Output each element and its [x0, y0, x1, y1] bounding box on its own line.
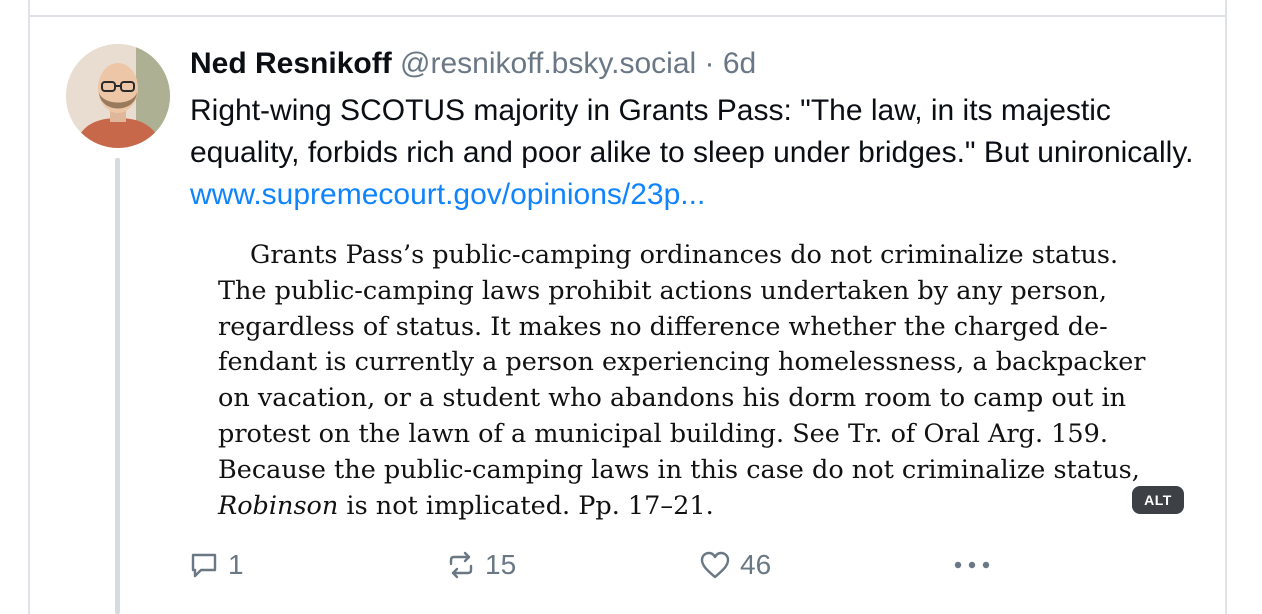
heart-icon: [698, 549, 732, 581]
embed-line-7: Because the public-camping laws in this …: [218, 454, 1140, 485]
embed-line-5: on vacation, or a student who abandons h…: [218, 383, 1127, 414]
embed-line-4: fendant is currently a person experienci…: [218, 347, 1146, 378]
avatar[interactable]: [66, 44, 170, 148]
repost-count: 15: [485, 549, 517, 580]
post-age[interactable]: 6d: [723, 47, 756, 80]
embed-line-2: The public-camping laws prohibit actions…: [218, 275, 1107, 306]
embed-line-8-rest: is not implicated. Pp. 17–21.: [338, 490, 714, 521]
like-button[interactable]: 46: [698, 545, 771, 585]
embed-line-6: protest on the lawn of a municipal build…: [218, 419, 1108, 449]
feed-left-border: [28, 0, 30, 614]
reply-button[interactable]: 1: [188, 545, 244, 585]
alt-badge[interactable]: ALT: [1132, 486, 1184, 514]
repost-button[interactable]: 15: [445, 545, 516, 585]
embed-line-1: Grants Pass’s public-camping ordinances …: [250, 240, 1119, 270]
more-options-button[interactable]: [953, 545, 991, 585]
more-dots-icon: [953, 559, 991, 571]
post-body: Right-wing SCOTUS majority in Grants Pas…: [190, 94, 1194, 169]
author-handle[interactable]: @resnikoff.bsky.social: [400, 47, 696, 80]
embed-line-8: Robinson is not implicated. Pp. 17–21.: [218, 489, 714, 525]
like-count: 46: [740, 549, 772, 580]
post-divider: [28, 15, 1227, 17]
feed-right-border: [1225, 0, 1227, 614]
thread-line: [115, 158, 120, 614]
embed-italic-case-name: Robinson: [218, 490, 339, 521]
post-link[interactable]: www.supremecourt.gov/opinions/23p...: [190, 178, 705, 211]
post-text: Right-wing SCOTUS majority in Grants Pas…: [190, 90, 1200, 216]
embedded-image[interactable]: Grants Pass’s public-camping ordinances …: [190, 228, 1200, 528]
repost-arrows-icon: [445, 549, 477, 581]
speech-bubble-icon: [188, 549, 220, 581]
embed-line-3: regardless of status. It makes no differ…: [218, 311, 1108, 342]
post-header: Ned Resnikoff @resnikoff.bsky.social · 6…: [190, 46, 756, 82]
reply-count: 1: [228, 549, 244, 580]
header-separator: ·: [704, 47, 715, 80]
author-name[interactable]: Ned Resnikoff: [190, 47, 392, 80]
